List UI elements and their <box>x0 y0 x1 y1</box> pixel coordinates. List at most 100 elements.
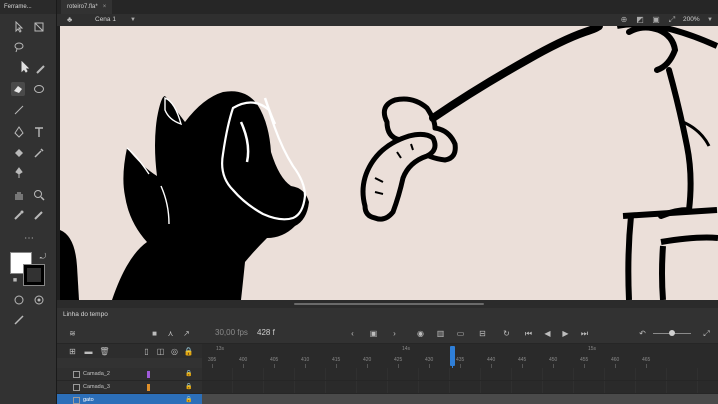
layer-row[interactable]: Camada_3 🔒 <box>57 381 718 394</box>
stage-horizontal-scrollbar[interactable] <box>57 300 718 308</box>
outline-layers-icon[interactable]: ◫ <box>155 346 166 357</box>
ruler-seconds-label: 14s <box>402 346 411 352</box>
snap-icon[interactable] <box>12 293 26 307</box>
chevron-right-icon[interactable]: › <box>389 328 400 339</box>
layer-color-swatch[interactable] <box>147 384 150 391</box>
paintbrush-tool-icon[interactable] <box>12 208 26 222</box>
default-colors-icon[interactable]: ■ <box>8 274 22 288</box>
step-forward-icon[interactable]: ⏭ <box>579 328 590 339</box>
free-transform-tool-icon[interactable] <box>32 20 46 34</box>
clip-canvas-icon[interactable]: ◩ <box>635 15 645 25</box>
show-all-icon[interactable]: ◎ <box>169 346 180 357</box>
eyedropper-tool-icon[interactable] <box>32 146 46 160</box>
text-tool-icon[interactable] <box>32 125 46 139</box>
layer-name-cell[interactable]: Camada_2 🔒 <box>57 368 202 381</box>
document-tab[interactable]: roteiro7.fla* × <box>61 0 113 14</box>
line-tool-icon[interactable] <box>12 103 26 117</box>
layer-name-cell[interactable]: gato 🔒 <box>57 394 202 404</box>
ruler-frame-label: 425 <box>394 357 403 363</box>
loop-icon[interactable]: ↻ <box>501 328 512 339</box>
brush-tool-icon[interactable] <box>34 62 48 76</box>
layer-name-cell[interactable]: Camada_3 🔒 <box>57 381 202 394</box>
timeline-title: Linha do tempo <box>63 311 108 318</box>
lock-icon[interactable]: 🔒 <box>185 383 192 392</box>
stage[interactable] <box>57 26 718 300</box>
first-frame-icon[interactable]: ⏮ <box>523 328 534 339</box>
layer-parenting-icon[interactable]: ⋏ <box>165 328 176 339</box>
timeline-toolbar: ≋ ■ ⋏ ↗ 30,00 fps 428 f ‹ ▣ › ◉ ▥ ▭ ⊟ ↻ … <box>57 322 718 344</box>
new-layer-icon[interactable]: ⊞ <box>67 346 78 357</box>
frame-ruler[interactable]: 395 400 405 410 415 420 425 430 435 440 445 450 455 4… <box>202 344 718 368</box>
pin-tool-icon[interactable] <box>12 166 26 180</box>
layer-frames[interactable] <box>202 368 718 381</box>
zoom-chevron-icon[interactable]: ▼ <box>707 14 713 26</box>
stroke-color-swatch[interactable] <box>23 264 45 286</box>
chevron-left-icon[interactable]: ‹ <box>347 328 358 339</box>
tools-panel-title: Ferrame... <box>0 0 56 14</box>
onion-skin-icon[interactable]: ◉ <box>415 328 426 339</box>
ruler-frame-label: 405 <box>270 357 279 363</box>
oval-tool-icon[interactable] <box>32 82 46 96</box>
lasso-tool-icon[interactable] <box>12 40 26 54</box>
camera-icon[interactable]: ■ <box>149 328 160 339</box>
fps-value[interactable]: 30,00 fps <box>215 326 248 340</box>
layer-name: gato <box>83 397 94 403</box>
pen-tool-icon[interactable] <box>12 125 26 139</box>
layer-type-icon <box>73 384 80 391</box>
layer-row[interactable]: gato 🔒 <box>57 394 718 404</box>
current-frame[interactable]: 428 f <box>257 326 275 340</box>
ruler-frame-label: 430 <box>425 357 434 363</box>
ruler-frame-label: 395 <box>208 357 217 363</box>
timeline-panel: Linha do tempo ≋ ■ ⋏ ↗ 30,00 fps 428 f ‹… <box>57 308 718 404</box>
lock-all-icon[interactable]: 🔒 <box>183 346 194 357</box>
ruler-frame-label: 415 <box>332 357 341 363</box>
hand-tool-icon[interactable] <box>12 188 26 202</box>
close-icon[interactable]: × <box>103 4 107 10</box>
playhead[interactable] <box>450 346 455 366</box>
frame-options-icon[interactable]: ▭ <box>455 328 466 339</box>
layer-frames[interactable] <box>202 394 718 404</box>
fit-stage-icon[interactable]: ⤢ <box>667 15 677 25</box>
pencil-tool-icon[interactable] <box>32 208 46 222</box>
play-icon[interactable]: ▶ <box>560 328 571 339</box>
expand-icon[interactable]: ⤢ <box>701 328 712 339</box>
ruler-frame-label: 460 <box>611 357 620 363</box>
timeline-zoom-slider[interactable] <box>653 330 691 336</box>
highlight-layers-icon[interactable]: ▯ <box>141 346 152 357</box>
scene-label[interactable]: Cena 1 <box>95 14 116 26</box>
center-frame-icon[interactable]: ▣ <box>368 328 379 339</box>
more-tools-icon[interactable]: ⋯ <box>22 232 36 246</box>
lock-icon[interactable]: 🔒 <box>185 396 192 404</box>
scrollbar-thumb[interactable] <box>294 303 484 305</box>
insert-keyframe-icon[interactable]: ⊟ <box>477 328 488 339</box>
delete-layer-icon[interactable]: 🗑 <box>99 346 110 357</box>
undo-icon[interactable]: ↶ <box>637 328 648 339</box>
layer-row[interactable]: Camada_2 🔒 <box>57 368 718 381</box>
rotate-stage-icon[interactable]: ⊕ <box>619 15 629 25</box>
zoom-tool-icon[interactable] <box>32 188 46 202</box>
object-drawing-icon[interactable] <box>32 293 46 307</box>
slider-handle[interactable] <box>669 330 675 336</box>
lock-icon[interactable]: 🔒 <box>185 370 192 379</box>
paint-bucket-tool-icon[interactable] <box>12 146 26 160</box>
swap-colors-icon[interactable]: ⤾ <box>36 250 50 264</box>
selection-tool-icon[interactable] <box>12 20 26 34</box>
center-stage-icon[interactable]: ▣ <box>651 15 661 25</box>
graph-icon[interactable]: ↗ <box>181 328 192 339</box>
layer-color-swatch[interactable] <box>147 371 150 378</box>
step-back-icon[interactable]: ◀ <box>542 328 553 339</box>
edit-multiple-frames-icon[interactable]: ▥ <box>435 328 446 339</box>
document-tab-bar: roteiro7.fla* × <box>57 0 718 14</box>
wand-tool-icon[interactable] <box>12 313 26 327</box>
layer-frames[interactable] <box>202 381 718 394</box>
layers-stack-icon[interactable]: ≋ <box>67 328 78 339</box>
zoom-value[interactable]: 200% <box>683 14 700 26</box>
layer-header: ⊞ ▬ 🗑 ▯ ◫ ◎ 🔒 <box>57 344 202 358</box>
chevron-down-icon[interactable]: ▼ <box>130 14 136 26</box>
ruler-frame-label: 465 <box>642 357 651 363</box>
subselection-tool-icon[interactable] <box>18 60 32 74</box>
eraser-tool-icon[interactable] <box>11 82 25 96</box>
ruler-seconds-label: 13s <box>216 346 225 352</box>
layer-color-swatch[interactable] <box>147 397 150 404</box>
new-folder-icon[interactable]: ▬ <box>83 346 94 357</box>
